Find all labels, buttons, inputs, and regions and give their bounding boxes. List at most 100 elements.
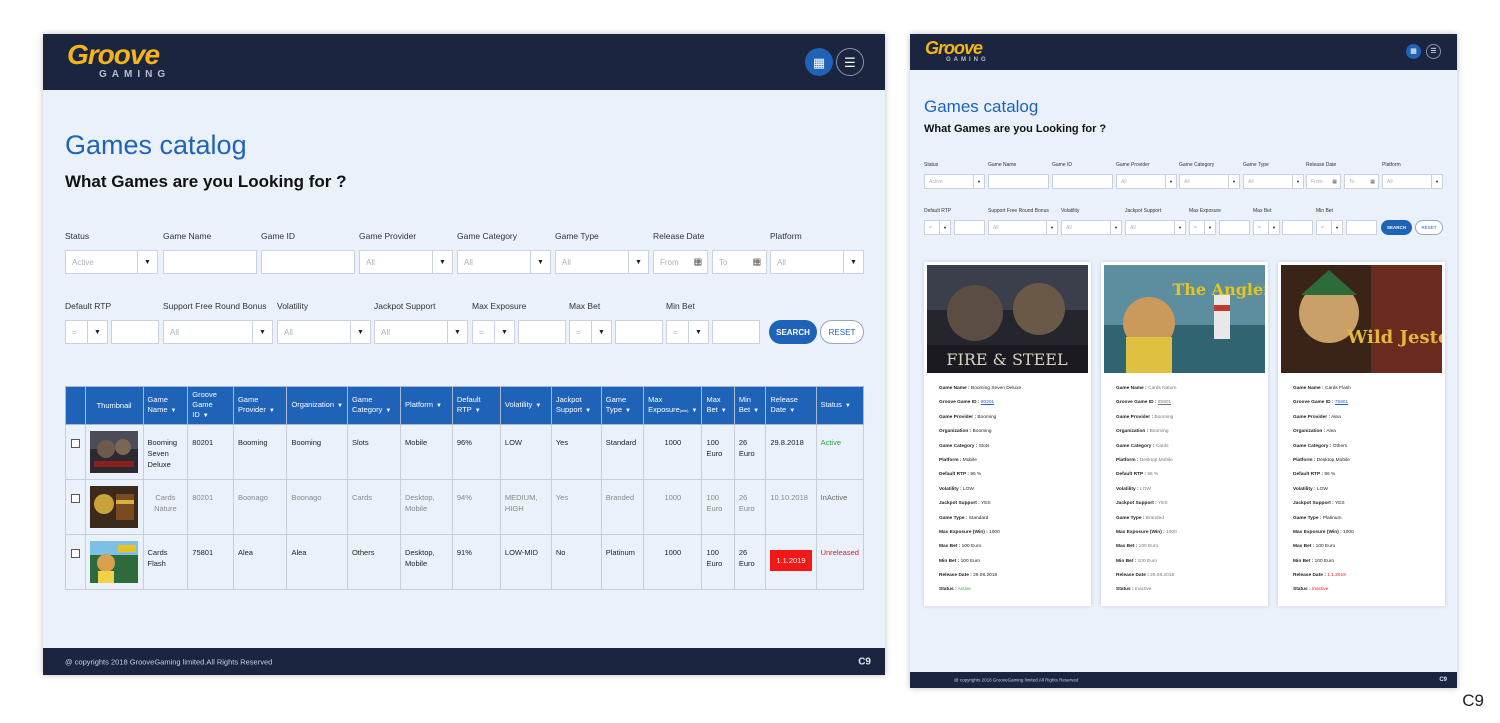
max-exposure-input[interactable] [518,320,566,344]
release-date-from-input[interactable]: From ▦ [1306,174,1341,189]
min-bet-input[interactable] [1346,220,1377,235]
col-jackpot-support[interactable]: Jackpot Support ▼ [550,386,602,425]
col-status[interactable]: Status ▼ [815,386,865,425]
grid-view-button[interactable]: ▦ [805,48,833,76]
row-checkbox[interactable] [70,439,80,448]
max-bet-input[interactable] [615,320,663,344]
list-view-button[interactable]: ☰ [836,48,864,76]
game-thumbnail[interactable] [89,541,138,583]
reset-button[interactable]: RESET [1415,220,1443,235]
col-platform[interactable]: Platform ▼ [400,386,453,425]
default-rtp-operator-select[interactable]: = ▼ [924,220,951,235]
max-exposure-operator-select[interactable]: = ▼ [472,320,515,344]
release-date-to-input[interactable]: To ▦ [1344,174,1379,189]
row-select[interactable] [65,534,86,590]
game-provider-select[interactable]: All ▼ [359,250,453,274]
status-select[interactable]: Active ▼ [924,174,985,189]
game-card-image[interactable]: Wild Jester [1281,265,1442,373]
col-game-id[interactable]: Groove Game ID ▼ [187,386,234,425]
game-card[interactable]: The Angler Game Name : Cards Nature Groov… [1101,262,1268,606]
card-detail-key: Groove Game ID : [1293,400,1334,406]
max-bet-operator-select[interactable]: = ▼ [1253,220,1280,235]
game-name-input[interactable] [988,174,1049,189]
game-card-image[interactable]: The Angler [1104,265,1265,373]
reset-button[interactable]: RESET [820,320,864,344]
game-thumbnail[interactable] [89,431,138,473]
card-detail-line: Jackpot Support : YES [1116,501,1177,515]
col-volatility[interactable]: Volatility ▼ [499,386,552,425]
max-bet-operator-select[interactable]: = ▼ [569,320,612,344]
col-default-rtp[interactable]: Default RTP ▼ [451,386,501,425]
col-game-name[interactable]: Game Name ▼ [142,386,189,425]
table-row[interactable]: Booming Seven Deluxe 80201 Booming Boomi… [65,424,865,480]
default-rtp-operator-select[interactable]: = ▼ [65,320,108,344]
card-detail-value: YES [1335,501,1345,507]
status-select[interactable]: Active ▼ [65,250,158,274]
card-detail-line: Max Exposure (Win) : 1000 [1293,530,1354,544]
list-view-button[interactable]: ☰ [1426,44,1441,59]
min-bet-operator-select[interactable]: = ▼ [666,320,709,344]
default-rtp-input[interactable] [111,320,159,344]
card-detail-value[interactable]: 80201 [981,400,994,405]
row-select[interactable] [65,424,86,480]
status-badge: InActive [815,479,865,535]
volatility-select[interactable]: All ▼ [277,320,371,344]
search-button[interactable]: SEARCH [769,320,817,344]
free-round-select[interactable]: All ▼ [988,220,1058,235]
game-card[interactable]: Wild Jester Game Name : Cards FlashGroov… [1278,262,1445,606]
min-bet-operator-select[interactable]: = ▼ [1316,220,1343,235]
table-row[interactable]: Cards Flash 75801 Alea Alea Others Deskt… [65,534,865,590]
groove-gaming-logo[interactable]: Groove GAMING [925,39,989,63]
game-category-select[interactable]: All ▼ [1179,174,1240,189]
col-game-category[interactable]: Game Category ▼ [346,386,402,425]
card-detail-line: Game Type : Platinum [1293,516,1354,530]
card-detail-key: Organization : [939,429,972,435]
jackpot-select[interactable]: All ▼ [374,320,468,344]
card-detail-value[interactable]: 75801 [1335,400,1348,405]
max-exposure-operator-select[interactable]: = ▼ [1189,220,1216,235]
game-category-select[interactable]: All ▼ [457,250,551,274]
card-detail-value[interactable]: 85901 [1158,400,1171,405]
col-organization[interactable]: Organization ▼ [286,386,348,425]
game-thumbnail[interactable] [89,486,138,528]
release-date-from-input[interactable]: From ▦ [653,250,708,274]
footer-mark: C9 [1439,677,1447,683]
game-name-input[interactable] [163,250,257,274]
release-date-to-input[interactable]: To ▦ [712,250,767,274]
search-button[interactable]: SEARCH [1381,220,1412,235]
row-select[interactable] [65,479,86,535]
volatility-select[interactable]: All ▼ [1061,220,1122,235]
game-card-image[interactable]: FIRE & STEEL [927,265,1088,373]
card-detail-key: Organization : [1293,429,1326,435]
row-checkbox[interactable] [70,549,80,558]
card-detail-key: Groove Game ID : [1116,400,1157,406]
platform-select[interactable]: All ▼ [1382,174,1443,189]
col-min-bet[interactable]: Min Bet ▼ [733,386,767,425]
card-detail-line: Max Bet : 100 Euro [939,544,1021,558]
game-card[interactable]: FIRE & STEEL Game Name : Booming Seven D… [924,262,1091,606]
table-row[interactable]: Cards Nature 80201 Boonago Boonago Cards… [65,479,865,535]
platform-select[interactable]: All ▼ [770,250,864,274]
row-checkbox[interactable] [70,494,80,503]
grid-view-button[interactable]: ▦ [1406,44,1421,59]
col-max-exposure[interactable]: Max Exposure(win) ▼ [643,386,703,425]
col-max-bet[interactable]: Max Bet ▼ [701,386,735,425]
groove-gaming-logo[interactable]: Groove GAMING [67,41,170,81]
free-round-select[interactable]: All ▼ [163,320,273,344]
game-id-input[interactable] [1052,174,1113,189]
col-release-date[interactable]: Release Date ▼ [765,386,817,425]
col-game-type[interactable]: Game Type ▼ [600,386,645,425]
max-bet-input[interactable] [1282,220,1313,235]
default-rtp-input[interactable] [954,220,985,235]
col-game-provider[interactable]: Game Provider ▼ [232,386,288,425]
card-detail-key: Min Bet : [1293,558,1314,564]
max-exposure-input[interactable] [1219,220,1250,235]
card-detail-line: Organization : Alea [1293,429,1354,443]
game-type-select[interactable]: All ▼ [1243,174,1304,189]
game-id-input[interactable] [261,250,355,274]
chevron-down-icon: ▼ [1110,221,1121,234]
game-provider-select[interactable]: All ▼ [1116,174,1177,189]
min-bet-input[interactable] [712,320,760,344]
jackpot-select[interactable]: All ▼ [1125,220,1186,235]
game-type-select[interactable]: All ▼ [555,250,649,274]
